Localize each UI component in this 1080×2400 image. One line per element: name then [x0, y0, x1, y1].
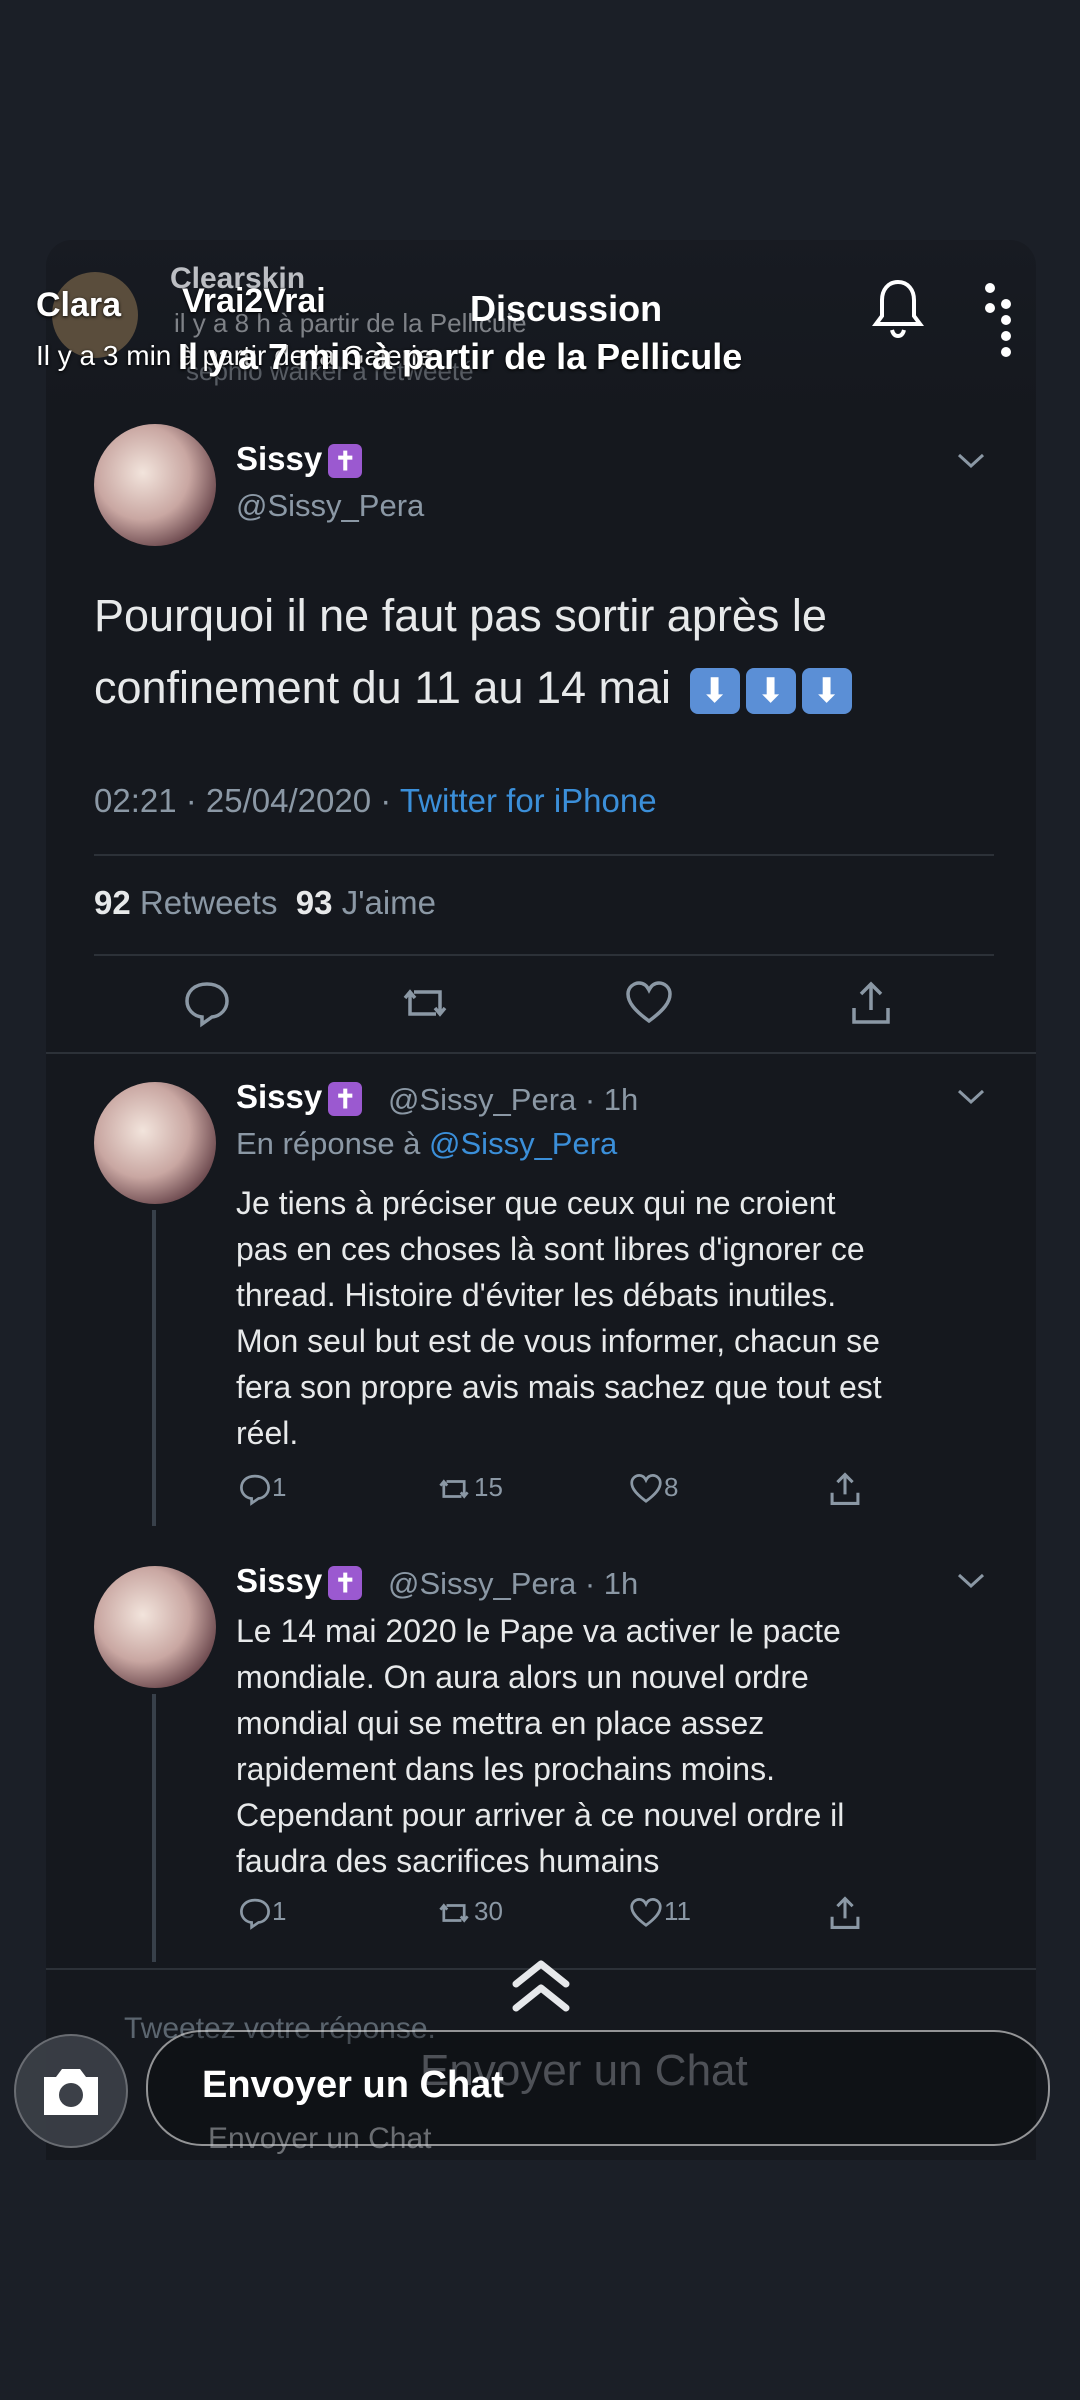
camera-icon: [44, 2069, 98, 2115]
avatar: [94, 1566, 216, 1688]
bell-icon[interactable]: [870, 276, 926, 340]
reply-body-line: pas en ces choses là sont libres d'ignor…: [236, 1231, 865, 1267]
divider: [46, 1052, 1036, 1054]
divider: [94, 854, 994, 856]
reply-body-line: rapidement dans les prochains moins.: [236, 1751, 775, 1787]
send-chat-label: Envoyer un Chat: [202, 2064, 504, 2106]
retweet-icon[interactable]: [400, 978, 450, 1028]
tweet-screenshot: Sissy ✝ @Sissy_Pera Pourquoi il ne faut p…: [46, 240, 1036, 2160]
cross-badge-icon: ✝: [328, 1566, 363, 1601]
reply-icon[interactable]: [182, 978, 232, 1028]
retweet-icon: [439, 1903, 469, 1923]
reply-author-name: Sissy ✝: [236, 1562, 363, 1601]
reply-body-line: Mon seul but est de vous informer, chacu…: [236, 1323, 880, 1359]
divider: [94, 954, 994, 956]
twitter-header-title: Discussion: [470, 288, 663, 329]
reply-body-line: mondial qui se mettra en place assez: [236, 1705, 765, 1741]
tweet-author-name: Sissy ✝: [236, 440, 363, 479]
reply-handle-time: @Sissy_Pera · 1h: [388, 1082, 639, 1117]
reply-body-line: Le 14 mai 2020 le Pape va activer le pac…: [236, 1613, 841, 1649]
reply-count[interactable]: 1: [238, 1896, 286, 1931]
chevron-down-icon[interactable]: [956, 1088, 986, 1106]
reply-to-link[interactable]: @Sissy_Pera: [429, 1126, 617, 1161]
chevron-down-icon[interactable]: [956, 452, 986, 470]
reply-body-line: fera son propre avis mais sachez que tou…: [236, 1369, 882, 1405]
tweet-body: Pourquoi il ne faut pas sortir après le …: [94, 580, 852, 724]
like-count[interactable]: 11: [628, 1896, 691, 1930]
cross-badge-icon: ✝: [328, 444, 363, 479]
arrow-down-emoji: ⬇: [745, 668, 796, 715]
thread-line: [152, 1694, 156, 1962]
reply-body: Je tiens à préciser que ceux qui ne croi…: [236, 1180, 1036, 1456]
reply-to-line: En réponse à @Sissy_Pera: [236, 1126, 618, 1161]
like-count[interactable]: 8: [628, 1472, 678, 1506]
avatar: [94, 424, 216, 546]
like-icon: [630, 1474, 662, 1504]
story-name[interactable]: Vrai2Vrai: [182, 282, 326, 321]
cross-badge-icon: ✝: [328, 1082, 363, 1117]
like-icon[interactable]: [624, 978, 674, 1028]
reply-body-line: Je tiens à préciser que ceux qui ne croi…: [236, 1185, 836, 1221]
reply-body-line: mondiale. On aura alors un nouvel ordre: [236, 1659, 809, 1695]
reply-body: Le 14 mai 2020 le Pape va activer le pac…: [236, 1608, 1036, 1884]
ghost-chat-label-lower: Envoyer un Chat: [208, 2122, 432, 2155]
reply-body-line: Cependant pour arriver à ce nouvel ordre…: [236, 1797, 845, 1833]
arrow-down-emoji: ⬇: [801, 668, 852, 715]
retweet-icon: [439, 1479, 469, 1499]
chevron-down-icon[interactable]: [956, 1572, 986, 1590]
avatar: [94, 1082, 216, 1204]
reply-body-line: faudra des sacrifices humains: [236, 1843, 660, 1879]
tweet-author-handle: @Sissy_Pera: [236, 488, 425, 523]
thread-line: [152, 1210, 156, 1526]
reply-author-name: Sissy ✝: [236, 1078, 363, 1117]
retweet-count[interactable]: 15: [434, 1472, 503, 1506]
swipe-up-icon[interactable]: [506, 1952, 576, 2022]
retweet-count[interactable]: 30: [434, 1896, 503, 1930]
tweet-source-link[interactable]: Twitter for iPhone: [400, 782, 657, 819]
story-sub: Il y a 7 min à partir de la Pellicule: [178, 336, 743, 377]
reply-body-line: thread. Histoire d'éviter les débats inu…: [236, 1277, 837, 1313]
sender-name[interactable]: Clara: [36, 286, 121, 325]
reply-count[interactable]: 1: [238, 1472, 286, 1507]
like-icon: [630, 1898, 662, 1928]
share-icon[interactable]: [826, 1894, 864, 1932]
tweet-body-line: confinement du 11 au 14 mai ⬇ ⬇ ⬇: [94, 652, 852, 724]
reply-icon: [240, 1898, 270, 1931]
reply-icon: [240, 1474, 270, 1507]
more-dots-icon[interactable]: [980, 280, 1016, 360]
camera-button[interactable]: [14, 2034, 128, 2148]
reply-body-line: réel.: [236, 1415, 299, 1451]
reply-handle-time: @Sissy_Pera · 1h: [388, 1566, 639, 1601]
share-icon[interactable]: [826, 1470, 864, 1508]
tweet-body-line: Pourquoi il ne faut pas sortir après le: [94, 590, 827, 641]
arrow-down-emoji: ⬇: [689, 668, 740, 715]
tweet-stats: 92 Retweets 93 J'aime: [94, 884, 437, 921]
share-icon[interactable]: [846, 978, 896, 1028]
tweet-meta: 02:21 · 25/04/2020 · Twitter for iPhone: [94, 782, 657, 819]
